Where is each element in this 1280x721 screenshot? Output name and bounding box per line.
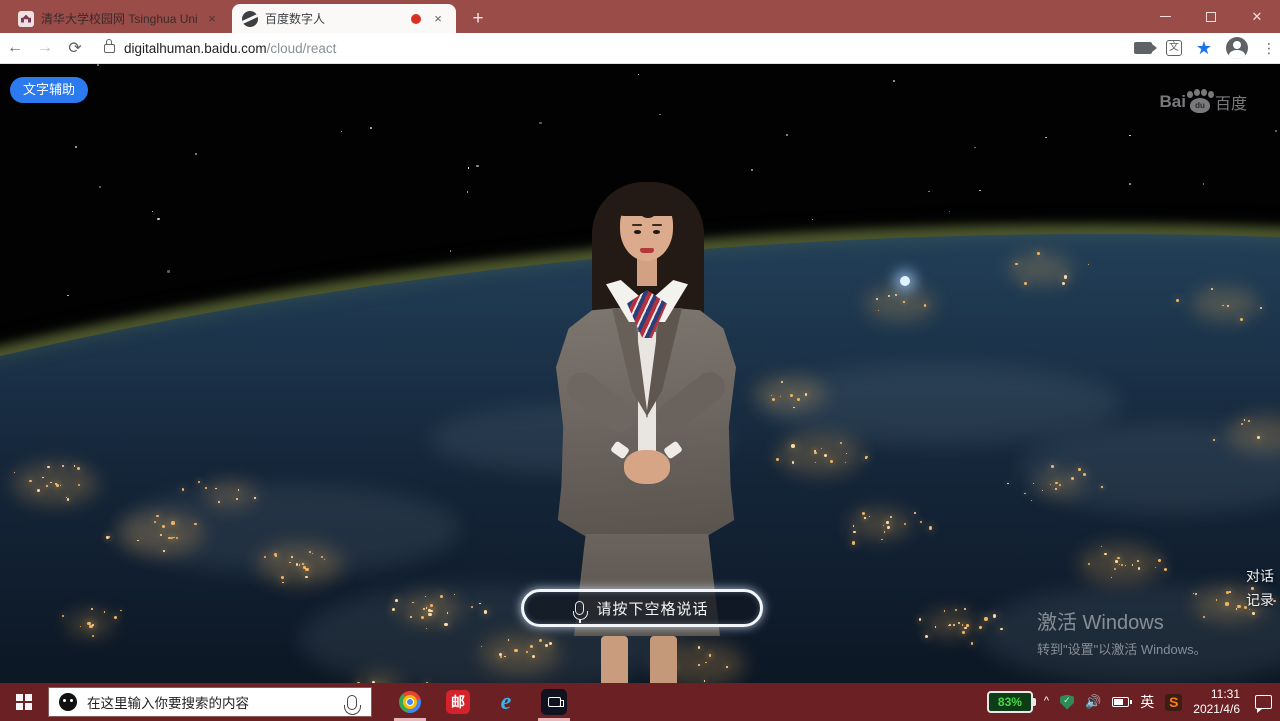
activation-title: 激活 Windows [1037, 606, 1207, 635]
hair-fringe [616, 186, 677, 216]
battery-percent-widget[interactable]: 83% [987, 691, 1033, 713]
forward-icon[interactable]: → [30, 39, 60, 57]
press-space-to-talk-pill[interactable]: 请按下空格说话 [521, 589, 763, 627]
volume-icon[interactable]: 🔊 [1085, 694, 1101, 710]
windows-activation-watermark: 激活 Windows 转到"设置"以激活 Windows。 [1037, 606, 1207, 658]
lips [640, 248, 654, 253]
windows-logo-icon [16, 694, 32, 710]
camera-app-taskbar-icon[interactable] [534, 683, 574, 721]
screen: 清华大学校园网 Tsinghua Univ × 百度数字人 × + ✕ ← → … [0, 0, 1280, 721]
tab-tsinghua[interactable]: 清华大学校园网 Tsinghua Univ × [8, 4, 230, 33]
ime-indicator[interactable]: 英 [1140, 692, 1154, 712]
address-bar[interactable]: digitalhuman.baidu.com/cloud/react [104, 41, 1134, 56]
tab-baidu-digital-human[interactable]: 百度数字人 × [232, 4, 456, 33]
menu-kebab-icon[interactable]: ⋮ [1262, 46, 1270, 51]
baidu-logo-bai: Bai [1160, 92, 1186, 112]
maximize-button[interactable] [1188, 0, 1234, 33]
bookmark-star-icon[interactable]: ★ [1196, 38, 1212, 59]
search-placeholder: 在这里输入你要搜索的内容 [87, 692, 337, 712]
lock-icon [104, 44, 115, 53]
clock[interactable]: 11:31 2021/4/6 [1193, 687, 1240, 717]
eye [653, 230, 660, 234]
tsinghua-favicon [18, 11, 34, 27]
date: 2021/4/6 [1193, 702, 1240, 717]
action-center-icon[interactable] [1255, 695, 1272, 709]
activation-subtitle: 转到"设置"以激活 Windows。 [1037, 639, 1207, 658]
windows-taskbar: 在这里输入你要搜索的内容 邮 e 83% ^ 🔊 英 S 11:31 2021/… [0, 683, 1280, 721]
tab-title: 百度数字人 [265, 10, 404, 27]
recording-dot-icon [411, 14, 421, 24]
battery-icon[interactable] [1112, 697, 1129, 707]
leg [650, 636, 677, 683]
baidu-logo-cn: 百度 [1215, 90, 1247, 114]
chrome-taskbar-icon[interactable] [390, 683, 430, 721]
close-button[interactable]: ✕ [1234, 0, 1280, 33]
browser-toolbar: ← → ⟳ digitalhuman.baidu.com/cloud/react… [0, 33, 1280, 64]
url-path: /cloud/react [267, 41, 337, 56]
text-assist-button[interactable]: 文字辅助 [10, 77, 88, 103]
mail-taskbar-icon[interactable]: 邮 [438, 683, 478, 721]
tray-chevron-icon[interactable]: ^ [1044, 695, 1049, 707]
leg [601, 636, 628, 683]
eyebrow [652, 224, 662, 226]
toolbar-right: 文 ★ ⋮ [1134, 37, 1280, 59]
baidu-logo: Bai du 百度 [1160, 90, 1247, 114]
search-mic-icon[interactable] [347, 695, 357, 710]
back-icon[interactable]: ← [0, 39, 30, 57]
eye [634, 230, 641, 234]
microphone-icon [575, 601, 584, 615]
camera-in-use-icon[interactable] [1134, 42, 1152, 54]
system-tray: 83% ^ 🔊 英 S 11:31 2021/4/6 [987, 687, 1280, 717]
browser-titlebar: 清华大学校园网 Tsinghua Univ × 百度数字人 × + ✕ [0, 0, 1280, 33]
profile-avatar-icon[interactable] [1226, 37, 1248, 59]
defender-shield-icon[interactable] [1060, 695, 1074, 710]
window-controls: ✕ [1142, 0, 1280, 33]
dialog-record-toggle[interactable]: 对话 记录 [1246, 564, 1274, 612]
mic-prompt-text: 请按下空格说话 [596, 598, 708, 619]
cortana-icon [59, 693, 77, 711]
digital-human-stage: 文字辅助 Bai du 百度 请按下空格说话 对话 记录 激活 Windows … [0, 64, 1280, 683]
pinned-apps: 邮 e [390, 683, 574, 721]
clasped-hands [624, 450, 670, 484]
ie-taskbar-icon[interactable]: e [486, 683, 526, 721]
time: 11:31 [1193, 687, 1240, 702]
globe-favicon [242, 11, 258, 27]
translate-icon[interactable]: 文 [1166, 40, 1182, 56]
refresh-icon[interactable]: ⟳ [60, 38, 90, 58]
sogou-input-icon[interactable]: S [1165, 694, 1182, 711]
dialog-label: 对话 [1246, 564, 1274, 588]
new-tab-button[interactable]: + [466, 8, 490, 32]
taskbar-search-box[interactable]: 在这里输入你要搜索的内容 [48, 687, 372, 717]
start-button[interactable] [0, 683, 48, 721]
horizon-glint [900, 276, 910, 286]
record-label: 记录 [1246, 588, 1274, 612]
tab-close-icon[interactable]: × [430, 11, 446, 27]
eyebrow [632, 224, 642, 226]
url-host: digitalhuman.baidu.com [124, 41, 267, 56]
minimize-button[interactable] [1142, 0, 1188, 33]
baidu-paw-icon: du [1187, 91, 1213, 113]
tab-title: 清华大学校园网 Tsinghua Univ [41, 10, 197, 27]
tab-close-icon[interactable]: × [204, 11, 220, 27]
